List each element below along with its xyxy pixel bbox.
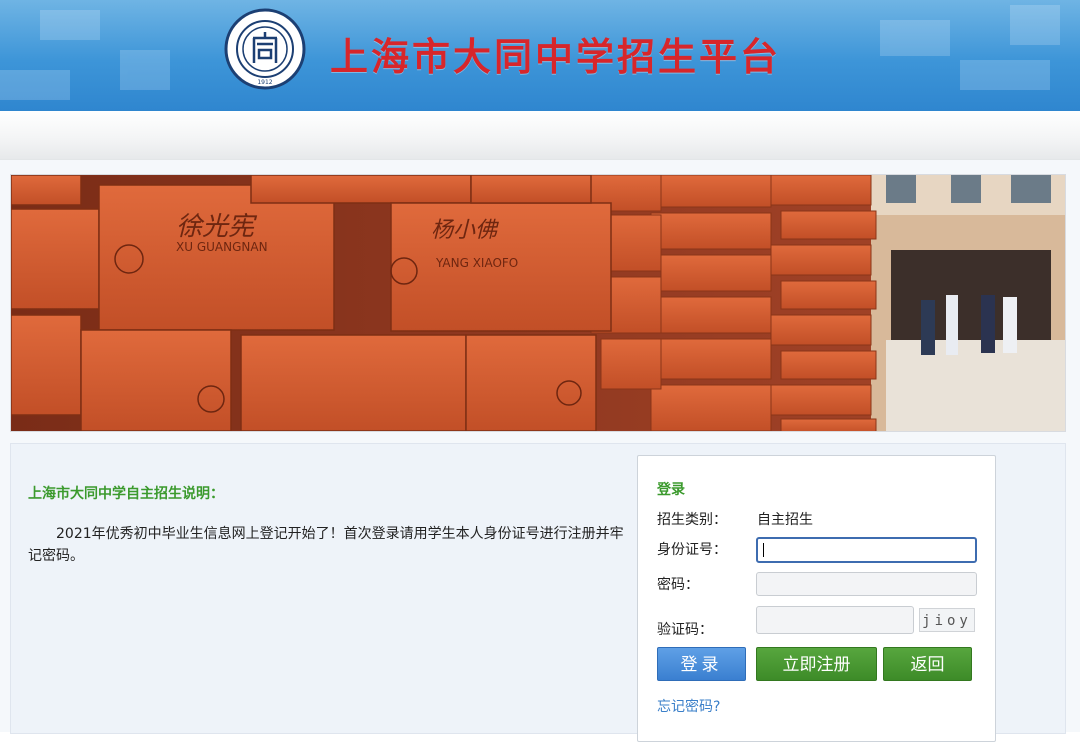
id-label: 身份证号： — [657, 542, 727, 558]
school-seal-icon[interactable]: 1912 — [224, 8, 306, 90]
captcha-label: 验证码： — [657, 622, 713, 638]
svg-text:XU GUANGNAN: XU GUANGNAN — [176, 240, 268, 254]
login-title: 登录 — [657, 482, 685, 498]
nav-bar — [0, 111, 1080, 160]
text-caret — [763, 543, 764, 557]
forgot-password-link[interactable]: 忘记密码? — [657, 696, 720, 716]
captcha-image[interactable]: jioy — [919, 608, 975, 632]
back-button[interactable]: 返回 — [883, 647, 972, 681]
svg-text:YANG XIAOFO: YANG XIAOFO — [435, 256, 518, 270]
site-title: 上海市大同中学招生平台 — [330, 35, 782, 79]
svg-text:1912: 1912 — [257, 79, 272, 86]
svg-text:杨小佛: 杨小佛 — [431, 218, 499, 243]
password-label: 密码： — [657, 577, 699, 593]
category-label: 招生类别： — [657, 512, 727, 528]
site-header: 1912 上海市大同中学招生平台 — [0, 0, 1080, 111]
password-input[interactable] — [756, 572, 977, 596]
banner-image: 徐光宪 XU GUANGNAN 杨小佛 YANG XIAOFO — [10, 174, 1066, 432]
captcha-input[interactable] — [756, 606, 914, 634]
register-button[interactable]: 立即注册 — [756, 647, 877, 681]
intro-body: 2021年优秀初中毕业生信息网上登记开始了！首次登录请用学生本人身份证号进行注册… — [28, 526, 624, 564]
login-button[interactable]: 登录 — [657, 647, 746, 681]
intro-title: 上海市大同中学自主招生说明： — [28, 486, 224, 502]
category-value: 自主招生 — [757, 512, 813, 528]
svg-text:徐光宪: 徐光宪 — [176, 212, 258, 242]
intro-text: 2021年优秀初中毕业生信息网上登记开始了！首次登录请用学生本人身份证号进行注册… — [28, 523, 628, 567]
id-number-input[interactable] — [756, 537, 977, 563]
brick-wall-illustration: 徐光宪 XU GUANGNAN 杨小佛 YANG XIAOFO — [11, 175, 1065, 431]
